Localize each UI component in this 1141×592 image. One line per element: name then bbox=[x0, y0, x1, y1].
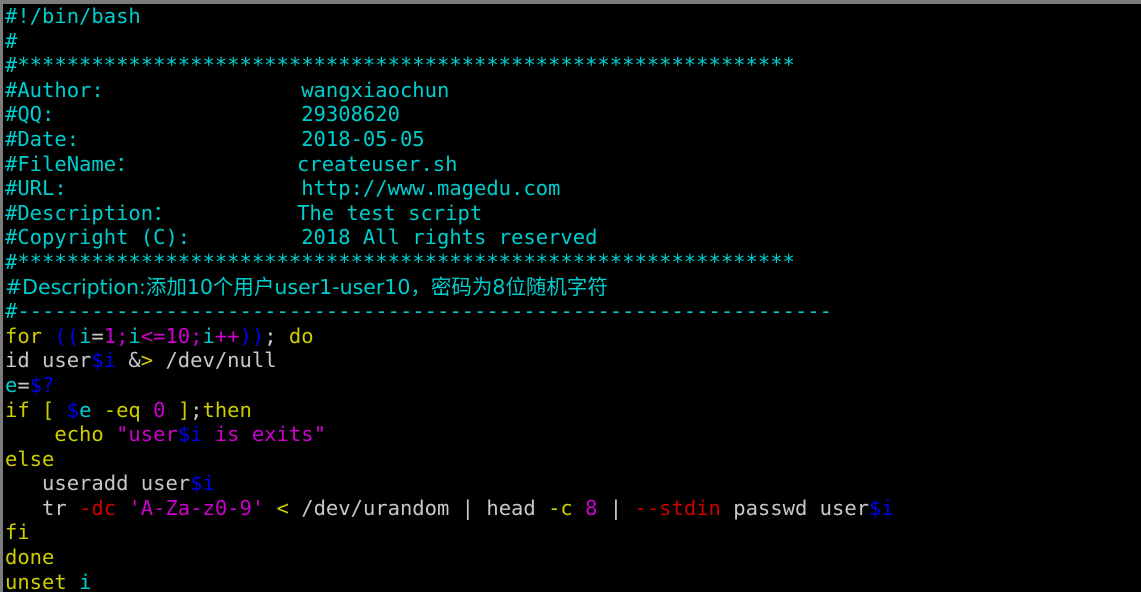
description-line: #Description： The test script bbox=[5, 200, 483, 225]
loop-start-value: 1 bbox=[103, 323, 117, 348]
blank-comment: # bbox=[5, 28, 18, 53]
redirect-operator: > bbox=[140, 348, 154, 373]
code-line-1: #!/bin/bash bbox=[5, 4, 1141, 29]
code-line-10: #Copyright (C): 2018 All rights reserved bbox=[5, 225, 1141, 250]
useradd-command: useradd user bbox=[42, 471, 191, 496]
charset-string: 'A-Za-z0-9' bbox=[128, 495, 265, 520]
code-line-2: # bbox=[5, 29, 1141, 54]
code-line-12: #Description:添加10个用户user1-user10，密码为8位随机… bbox=[5, 275, 1141, 300]
arith-close-paren: )) bbox=[239, 323, 265, 348]
script-code-area[interactable]: #!/bin/bash # #***************************… bbox=[3, 4, 1141, 592]
code-line-22: fi bbox=[5, 520, 1141, 545]
var-i-ref-in-string: $i bbox=[177, 422, 203, 447]
code-line-24: unset i bbox=[5, 570, 1141, 592]
if-keyword: if bbox=[5, 397, 30, 422]
shebang: #!/bin/bash bbox=[5, 4, 141, 28]
fi-keyword: fi bbox=[5, 520, 30, 545]
tr-command: tr bbox=[42, 495, 67, 520]
code-line-20: useradd user$i bbox=[5, 471, 1141, 496]
exit-status-ref: $? bbox=[29, 372, 55, 397]
code-line-8: #URL: http://www.magedu.com bbox=[5, 176, 1141, 201]
date-line: #Date: 2018-05-05 bbox=[5, 126, 425, 151]
echo-string-open: "user bbox=[116, 422, 178, 447]
code-line-19: else bbox=[5, 447, 1141, 472]
unset-keyword: unset bbox=[5, 569, 67, 592]
code-line-23: done bbox=[5, 545, 1141, 570]
star-rule-bottom: #***************************************… bbox=[5, 249, 795, 274]
code-line-11: #***************************************… bbox=[5, 250, 1141, 275]
code-line-7: #FileName： createuser.sh bbox=[5, 152, 1141, 177]
code-line-4: #Author: wangxiaochun bbox=[5, 78, 1141, 103]
code-line-5: #QQ: 29308620 bbox=[5, 102, 1141, 127]
test-open-bracket: [ bbox=[42, 397, 55, 422]
code-line-13: #---------------------------------------… bbox=[5, 299, 1141, 324]
code-line-21: tr -dc 'A-Za-z0-9' < /dev/urandom | head… bbox=[42, 495, 894, 520]
qq-line: #QQ: 29308620 bbox=[5, 102, 400, 127]
loop-increment: ++ bbox=[214, 323, 240, 348]
copyright-line: #Copyright (C): 2018 All rights reserved bbox=[5, 225, 598, 250]
terminal-window[interactable]: #!/bin/bash # #***************************… bbox=[0, 0, 1141, 592]
code-line-18: echo "user$i is exits" bbox=[5, 422, 1141, 447]
stdin-option: --stdin bbox=[634, 495, 721, 520]
echo-keyword: echo bbox=[54, 422, 104, 447]
unset-var-i: i bbox=[79, 569, 92, 592]
code-line-3: #***************************************… bbox=[5, 53, 1141, 78]
loop-var-init: i bbox=[79, 323, 92, 348]
code-line-9: #Description： The test script bbox=[5, 201, 1141, 226]
code-line-14: for ((i=1;i<=10;i++)); do bbox=[5, 323, 314, 348]
code-line-6: #Date: 2018-05-05 bbox=[5, 127, 1141, 152]
dash-rule: #---------------------------------------… bbox=[5, 299, 832, 324]
then-keyword: then bbox=[202, 397, 252, 422]
var-i-ref: $i bbox=[91, 348, 117, 373]
loop-condition: <=10 bbox=[140, 323, 191, 348]
star-rule-top: #***************************************… bbox=[5, 53, 795, 78]
url-line: #URL: http://www.magedu.com bbox=[5, 176, 561, 201]
description-cn-line: #Description:添加10个用户user1-user10，密码为8位随机… bbox=[5, 274, 608, 299]
passwd-command: passwd user bbox=[720, 495, 870, 520]
tr-dc-option: -dc bbox=[79, 495, 117, 520]
code-line-16: e=$? bbox=[5, 372, 55, 397]
var-i-ref-passwd: $i bbox=[869, 495, 894, 520]
devnull-path: /dev/null bbox=[153, 348, 277, 373]
urandom-path: /dev/urandom bbox=[288, 495, 450, 520]
head-count: 8 bbox=[585, 495, 598, 520]
echo-string-close: is exits" bbox=[202, 422, 326, 447]
input-redirect-operator: < bbox=[276, 495, 289, 520]
var-e-ref: $ bbox=[66, 397, 80, 422]
test-close-bracket: ] bbox=[177, 397, 191, 422]
filename-line: #FileName： createuser.sh bbox=[5, 151, 458, 176]
var-e-assign: e bbox=[5, 372, 18, 397]
head-c-option: -c bbox=[548, 495, 573, 520]
eq-operator: -eq bbox=[103, 397, 141, 422]
for-keyword: for bbox=[5, 323, 43, 348]
zero-literal: 0 bbox=[153, 397, 166, 422]
var-i-ref-useradd: $i bbox=[190, 471, 215, 496]
code-line-15: id user$i &> /dev/null bbox=[5, 348, 277, 373]
code-line-17: if [ $e -eq 0 ];then bbox=[5, 397, 252, 422]
do-keyword: do bbox=[288, 323, 314, 348]
done-keyword: done bbox=[5, 545, 55, 570]
author-line: #Author: wangxiaochun bbox=[5, 77, 450, 102]
else-keyword: else bbox=[5, 446, 55, 471]
head-command: head bbox=[486, 495, 536, 520]
arith-open-paren: (( bbox=[54, 323, 80, 348]
id-command: id user bbox=[5, 348, 92, 373]
